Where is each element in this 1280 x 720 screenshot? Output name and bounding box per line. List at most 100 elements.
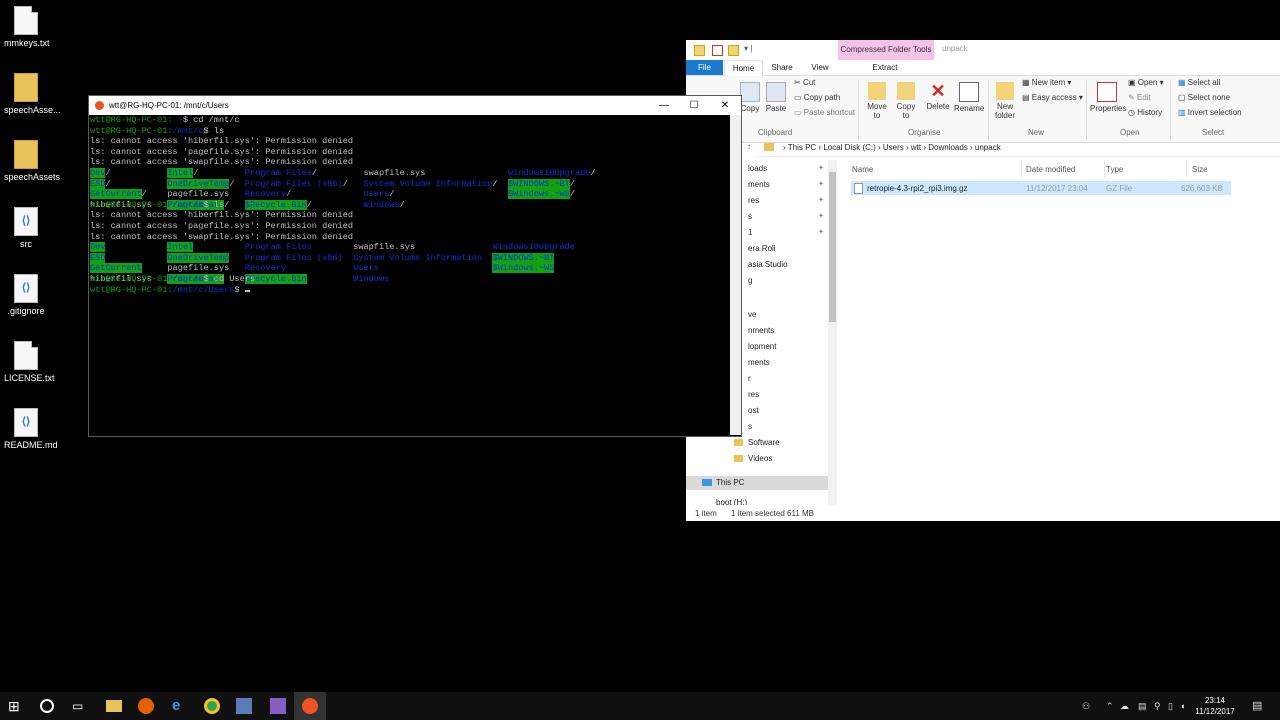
select-none-button[interactable]: ▢ Select none	[1178, 93, 1230, 102]
people-icon[interactable]: ⚇	[1082, 701, 1090, 712]
ls-entry-text: Recovery	[244, 263, 287, 274]
new-item-button[interactable]: ▦ New item ▾	[1022, 78, 1071, 87]
file-explorer-window[interactable]: ▾ | Compressed Folder Tools unpack File …	[686, 40, 1280, 521]
notifications-icon[interactable]: ▤	[1252, 699, 1262, 712]
maximize-button[interactable]: ☐	[679, 98, 709, 113]
select-all-button[interactable]: ▦ Select all	[1178, 78, 1220, 87]
nav-item-label: Software	[748, 438, 780, 447]
chrome-icon[interactable]	[204, 698, 220, 714]
explorer-title-bar[interactable]: ▾ | Compressed Folder Tools unpack	[686, 40, 1280, 60]
move-to-button[interactable]: Move to	[864, 82, 890, 120]
paste-shortcut-button[interactable]: ▭ Paste shortcut	[794, 108, 855, 117]
column-size[interactable]: Size	[1192, 165, 1208, 174]
nav-item-label: s	[748, 212, 752, 221]
volume-icon[interactable]: ◖	[1180, 701, 1185, 711]
nav-item-this-pc[interactable]: This PC	[686, 476, 828, 490]
ls-entry-text: /	[399, 199, 405, 210]
terminal-window[interactable]: wtt@RG-HQ-PC-01: /mnt/c/Users — ☐ ✕ wtt@…	[88, 95, 742, 437]
ls-entry: ESD/	[90, 178, 111, 190]
terminal-scrollbar[interactable]	[730, 115, 741, 435]
easy-access-button[interactable]: ▤ Easy access ▾	[1022, 93, 1083, 102]
desktop-icon[interactable]: ⟨⟩ .gitignore	[4, 274, 48, 316]
divider	[1086, 80, 1087, 140]
usb-icon[interactable]: ⚲	[1154, 701, 1161, 712]
invert-selection-button[interactable]: ▥ Invert selection	[1178, 108, 1242, 117]
nav-item-boot-drive[interactable]: boot (H:)	[716, 498, 747, 505]
terminal-output[interactable]: wtt@RG-HQ-PC-01: ~$ cd /mnt/c wtt@RG-HQ-P…	[89, 115, 729, 434]
column-type[interactable]: Type	[1106, 165, 1123, 174]
tab-home[interactable]: Home	[724, 60, 763, 76]
copy-path-button[interactable]: ▭ Copy path	[794, 93, 840, 102]
desktop-icon[interactable]: ⟨⟩ README.md	[4, 408, 58, 450]
nav-item[interactable]: asia Studio	[734, 260, 788, 269]
task-view-icon[interactable]: ▭	[72, 698, 88, 714]
text-file-icon	[14, 341, 38, 370]
chevron-up-icon[interactable]: ⌃	[1106, 701, 1114, 712]
up-arrow-icon[interactable]: ↑	[747, 142, 751, 151]
edge-icon[interactable]: e	[172, 698, 188, 714]
nav-item[interactable]: Videos	[734, 454, 772, 463]
desktop-icon[interactable]: speechAssets	[4, 140, 60, 182]
divider	[858, 80, 859, 140]
edit-button[interactable]: ✎ Edit	[1128, 93, 1151, 102]
new-folder-button[interactable]: New folder	[992, 82, 1018, 120]
ubuntu-icon[interactable]	[302, 698, 318, 714]
ls-entry-text: System Volume Information	[353, 252, 483, 263]
app-icon[interactable]	[236, 698, 252, 714]
breadcrumb-users[interactable]: Users	[883, 143, 904, 152]
onedrive-icon[interactable]: ☁	[1120, 701, 1129, 712]
ls-entry-text: /	[286, 189, 292, 200]
tab-file[interactable]: File	[686, 60, 723, 75]
tab-share[interactable]: Share	[770, 60, 794, 75]
tab-view[interactable]: View	[808, 60, 832, 75]
properties-button[interactable]: Properties	[1090, 82, 1126, 113]
file-row[interactable]: retropie-4.3-rpi2_rpi3.img.gz 11/12/2017…	[851, 181, 1231, 195]
terminal-text: $ ls	[203, 199, 225, 210]
desktop-icon[interactable]: speechAsse...	[4, 73, 61, 115]
nav-item-label: res	[748, 196, 760, 205]
cortana-icon[interactable]	[40, 699, 54, 713]
history-button[interactable]: ◷ History	[1128, 108, 1162, 117]
desktop-icon[interactable]: ⟨⟩ src	[4, 207, 48, 249]
invert-selection-label: Invert selection	[1187, 108, 1242, 117]
folder-icon	[694, 45, 705, 56]
new-folder-icon	[996, 82, 1014, 100]
breadcrumb-this-pc[interactable]: This PC	[788, 143, 816, 152]
desktop-icon[interactable]: mmkeys.txt	[4, 6, 50, 48]
properties-icon[interactable]	[712, 45, 723, 56]
minimize-button[interactable]: —	[649, 98, 679, 113]
breadcrumb-wtt[interactable]: wtt	[911, 143, 921, 152]
divider	[1186, 160, 1187, 177]
start-icon[interactable]: ⊞	[8, 698, 24, 714]
rename-button[interactable]: Rename	[954, 82, 984, 113]
terminal-title-bar[interactable]: wtt@RG-HQ-PC-01: /mnt/c/Users — ☐ ✕	[89, 96, 741, 115]
nav-scrollbar[interactable]	[828, 160, 837, 505]
breadcrumb[interactable]: › This PC › Local Disk (C:) › Users › wt…	[783, 143, 1001, 152]
clock[interactable]: 23:14 11/12/2017	[1192, 695, 1238, 717]
close-button[interactable]: ✕	[710, 98, 740, 113]
open-button[interactable]: ▣ Open ▾	[1128, 78, 1164, 87]
column-date-modified[interactable]: Date modified	[1026, 165, 1075, 174]
copy-to-button[interactable]: Copy to	[893, 82, 919, 120]
desktop-icon[interactable]: LICENSE.txt	[4, 341, 55, 383]
tab-extract[interactable]: Extract	[862, 60, 908, 75]
cut-button[interactable]: ✂ Cut	[794, 78, 815, 87]
breadcrumb-downloads[interactable]: Downloads	[928, 143, 968, 152]
firefox-icon[interactable]	[138, 698, 154, 714]
paste-button[interactable]: Paste	[764, 82, 788, 113]
nav-item-label: r	[748, 374, 751, 383]
file-explorer-icon[interactable]	[106, 700, 122, 712]
visual-studio-icon[interactable]	[270, 698, 286, 714]
breadcrumb-unpack[interactable]: unpack	[975, 143, 1001, 152]
nav-item[interactable]: Software	[734, 438, 780, 447]
compressed-folder-tools-tab[interactable]: Compressed Folder Tools	[838, 40, 934, 60]
delete-button[interactable]: ✕ Delete	[924, 82, 952, 111]
scrollbar-thumb[interactable]	[829, 172, 836, 322]
breadcrumb-local-disk[interactable]: Local Disk (C:)	[823, 143, 875, 152]
new-folder-icon[interactable]	[728, 45, 739, 56]
address-bar[interactable]: ↑ › This PC › Local Disk (C:) › Users › …	[747, 142, 1280, 157]
quick-access-dropdown-icon[interactable]: ▾ |	[744, 44, 752, 53]
column-name[interactable]: Name	[852, 165, 873, 174]
battery-icon[interactable]: ▯	[1168, 701, 1173, 712]
network-icon[interactable]: ▤	[1138, 701, 1147, 712]
